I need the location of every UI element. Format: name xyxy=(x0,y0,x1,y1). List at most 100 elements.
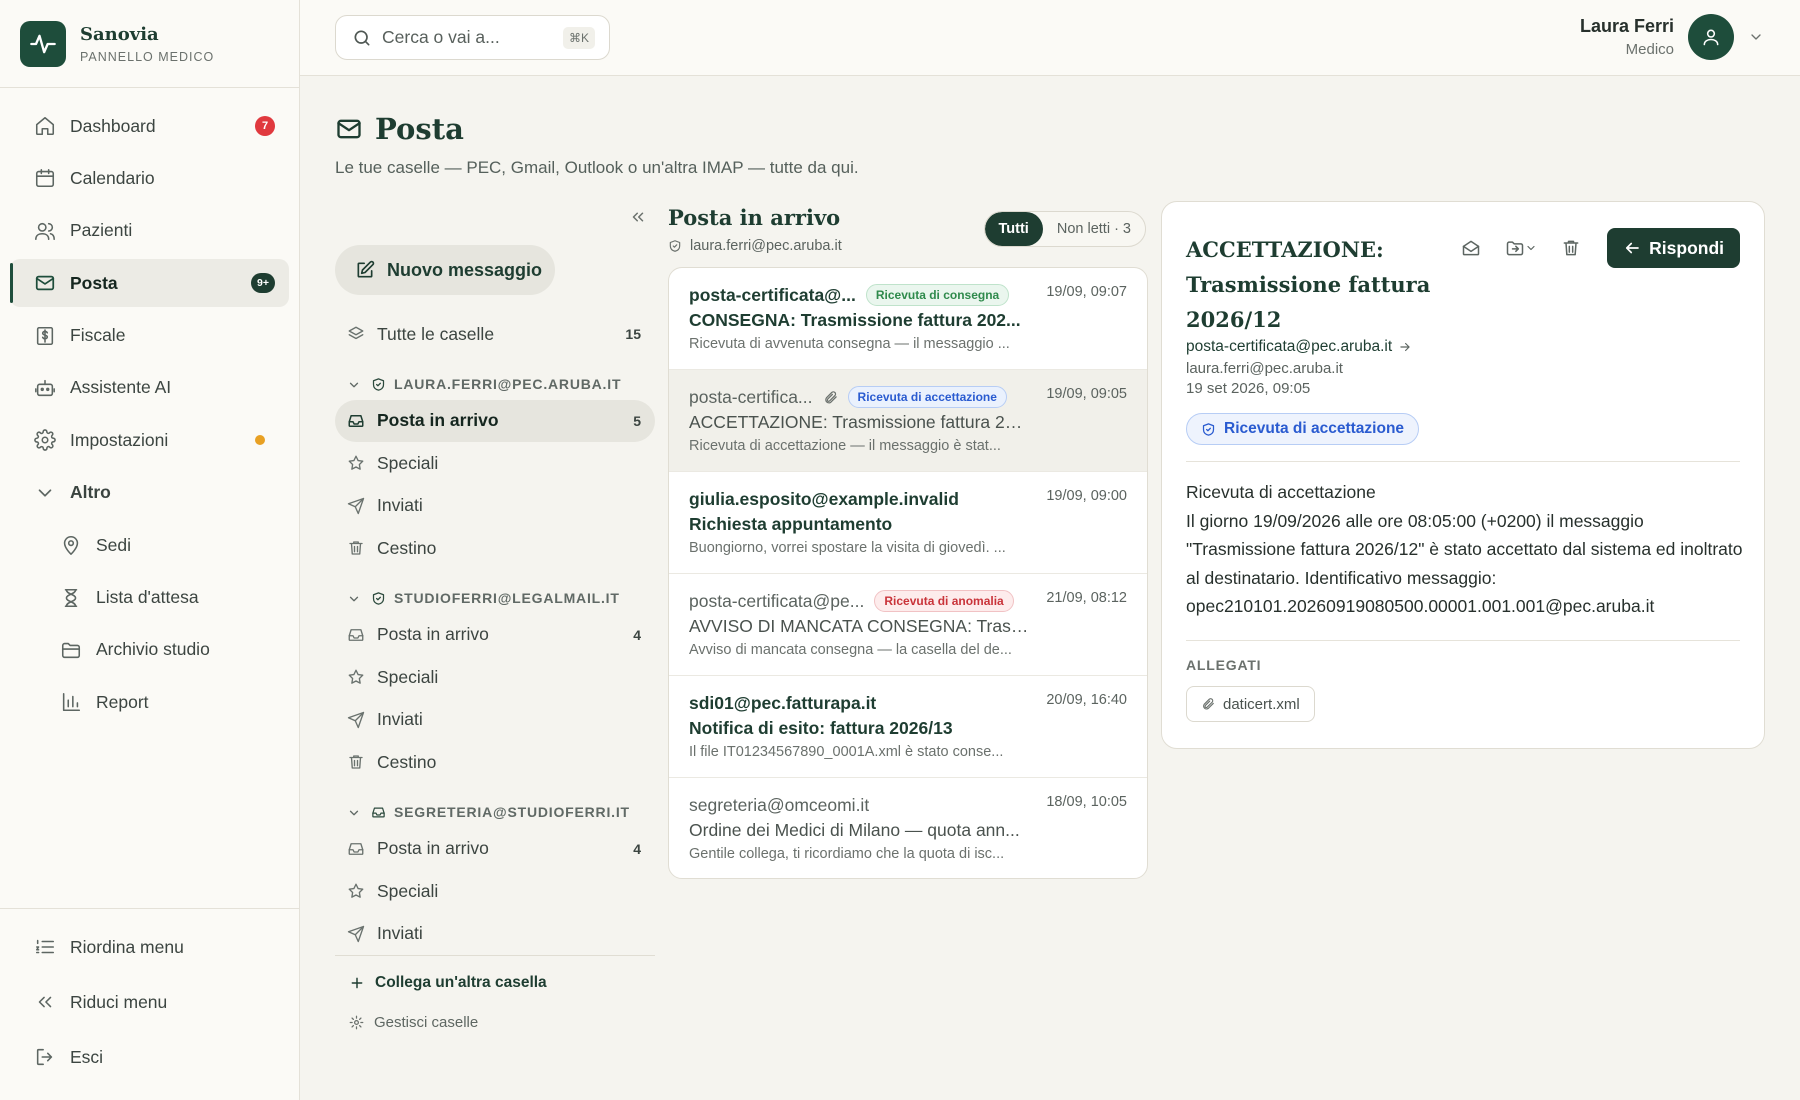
message-row[interactable]: giulia.esposito@example.invalid 19/09, 0… xyxy=(669,472,1147,574)
user-role: Medico xyxy=(1625,41,1674,58)
folder-label: Inviati xyxy=(377,709,423,730)
folder-label: Inviati xyxy=(377,923,423,944)
attachment-chip[interactable]: daticert.xml xyxy=(1186,686,1315,722)
collapse-menu-button[interactable]: Riduci menu xyxy=(10,978,289,1026)
message-subject: Ordine dei Medici di Milano — quota ann.… xyxy=(689,820,1020,840)
inbox-icon xyxy=(347,626,365,644)
manage-mailboxes-button[interactable]: Gestisci caselle xyxy=(335,1014,655,1031)
search-box[interactable]: ⌘K xyxy=(335,15,610,60)
filter-all-button[interactable]: Tutti xyxy=(984,212,1043,246)
sidebar-item-calendario[interactable]: Calendario xyxy=(10,154,289,202)
sidebar-item-sedi[interactable]: Sedi xyxy=(10,521,289,569)
user-menu[interactable]: Laura Ferri Medico xyxy=(1580,14,1764,60)
sidebar-item-report[interactable]: Report xyxy=(10,678,289,726)
plus-icon xyxy=(349,975,365,991)
envelope-open-icon xyxy=(1461,238,1481,258)
chevron-down-icon xyxy=(1525,242,1537,254)
sidebar-item-label: Assistente AI xyxy=(70,377,172,398)
divider xyxy=(1186,640,1740,641)
arrow-right-icon xyxy=(1398,340,1412,354)
folder-label: Inviati xyxy=(377,495,423,516)
chevron-down-icon xyxy=(34,482,56,504)
sidebar-item-posta[interactable]: Posta 9+ xyxy=(10,259,289,308)
status-badge: Ricevuta di accettazione xyxy=(1186,413,1420,445)
chevron-down-icon xyxy=(347,592,361,606)
mark-unread-button[interactable] xyxy=(1461,238,1481,258)
sender-text: posta-certificata@pec.aruba.it xyxy=(1186,338,1393,355)
folder-starred[interactable]: Speciali xyxy=(335,442,655,485)
folder-sent[interactable]: Inviati xyxy=(335,485,655,528)
sidebar-item-impostazioni[interactable]: Impostazioni xyxy=(10,416,289,464)
collapse-panel-button[interactable] xyxy=(629,208,647,226)
sidebar-item-fiscale[interactable]: Fiscale xyxy=(10,312,289,360)
search-input[interactable] xyxy=(382,27,552,48)
status-badge: Ricevuta di anomalia xyxy=(874,590,1014,612)
message-list-header: Posta in arrivo laura.ferri@pec.aruba.it… xyxy=(668,205,1148,257)
sender-address[interactable]: posta-certificata@pec.aruba.it xyxy=(1186,338,1412,356)
chevron-down-icon xyxy=(1748,29,1764,45)
message-row[interactable]: posta-certifica... Ricevuta di accettazi… xyxy=(669,370,1147,472)
filter-unread-button[interactable]: Non letti · 3 xyxy=(1043,212,1145,246)
shield-check-icon xyxy=(371,377,386,392)
move-to-button[interactable] xyxy=(1505,238,1537,258)
sidebar-item-label: Sedi xyxy=(96,534,132,555)
add-mailbox-button[interactable]: Collega un'altra casella xyxy=(335,974,655,992)
move-folder-icon xyxy=(1505,238,1525,258)
message-row[interactable]: posta-certificata@pe... Ricevuta di anom… xyxy=(669,574,1147,676)
folder-trash[interactable]: Cestino xyxy=(335,527,655,570)
brand-name: Sanovia xyxy=(80,23,159,45)
logout-button[interactable]: Esci xyxy=(10,1033,289,1081)
new-message-button[interactable]: Nuovo messaggio xyxy=(335,245,555,295)
reorder-menu-button[interactable]: Riordina menu xyxy=(10,923,289,971)
chevrons-left-icon xyxy=(629,208,647,226)
folder-inbox[interactable]: Posta in arrivo 5 xyxy=(335,399,655,442)
reorder-menu-label: Riordina menu xyxy=(70,936,184,957)
home-icon xyxy=(34,115,56,137)
account-header[interactable]: STUDIOFERRI@LEGALMAIL.IT xyxy=(335,570,655,614)
folder-starred[interactable]: Speciali xyxy=(335,656,655,699)
message-sender: posta-certifica... xyxy=(689,386,813,407)
sidebar-item-lista-attesa[interactable]: Lista d'attesa xyxy=(10,574,289,622)
all-mailboxes[interactable]: Tutte le caselle 15 xyxy=(335,313,655,356)
page-title: Posta xyxy=(335,112,464,146)
folder-starred[interactable]: Speciali xyxy=(335,870,655,913)
sidebar-item-pazienti[interactable]: Pazienti xyxy=(10,207,289,255)
sidebar-item-archivio-studio[interactable]: Archivio studio xyxy=(10,626,289,674)
avatar[interactable] xyxy=(1688,14,1734,60)
brand[interactable]: Sanovia PANNELLO MEDICO xyxy=(0,0,299,88)
folder-trash[interactable]: Cestino xyxy=(335,741,655,784)
folder-label: Speciali xyxy=(377,452,439,473)
chevron-down-icon xyxy=(347,806,361,820)
message-subject: CONSEGNA: Trasmissione fattura 202... xyxy=(689,310,1021,330)
attachments-heading: ALLEGATI xyxy=(1186,657,1262,673)
folder-inbox[interactable]: Posta in arrivo 4 xyxy=(335,828,655,871)
message-list: posta-certificata@... Ricevuta di conseg… xyxy=(668,267,1148,879)
account-address: SEGRETERIA@STUDIOFERRI.IT xyxy=(394,803,630,820)
message-row[interactable]: sdi01@pec.fatturapa.it 20/09, 16:40 Noti… xyxy=(669,676,1147,778)
sidebar-item-label: Pazienti xyxy=(70,220,133,241)
sidebar-item-assistente-ai[interactable]: Assistente AI xyxy=(10,364,289,412)
sidebar-group-altro[interactable]: Altro xyxy=(10,469,289,517)
reply-button[interactable]: Rispondi xyxy=(1607,228,1740,268)
account-address: STUDIOFERRI@LEGALMAIL.IT xyxy=(394,589,620,606)
account-header[interactable]: LAURA.FERRI@PEC.ARUBA.IT xyxy=(335,356,655,400)
folder-label: Cestino xyxy=(377,537,437,558)
shield-check-icon xyxy=(668,239,682,253)
folder-label: Speciali xyxy=(377,666,439,687)
account-header[interactable]: SEGRETERIA@STUDIOFERRI.IT xyxy=(335,784,655,828)
folder-sent[interactable]: Inviati xyxy=(335,913,655,954)
topbar: ⌘K Laura Ferri Medico xyxy=(300,0,1800,76)
account-address: LAURA.FERRI@PEC.ARUBA.IT xyxy=(394,375,622,392)
message-body: Ricevuta di accettazione Il giorno 19/09… xyxy=(1186,478,1746,621)
folder-sent[interactable]: Inviati xyxy=(335,699,655,742)
main-nav: Dashboard 7 Calendario Pazienti Posta 9+… xyxy=(0,88,299,726)
status-dot xyxy=(255,435,265,446)
reply-icon xyxy=(1623,239,1641,257)
message-row[interactable]: segreteria@omceomi.it 18/09, 10:05 Ordin… xyxy=(669,778,1147,878)
delete-button[interactable] xyxy=(1561,238,1581,258)
message-row[interactable]: posta-certificata@... Ricevuta di conseg… xyxy=(669,268,1147,370)
shortcut-hint: ⌘K xyxy=(562,27,595,49)
folder-label: Posta in arrivo xyxy=(377,624,489,645)
folder-inbox[interactable]: Posta in arrivo 4 xyxy=(335,614,655,657)
sidebar-item-dashboard[interactable]: Dashboard 7 xyxy=(10,102,289,150)
